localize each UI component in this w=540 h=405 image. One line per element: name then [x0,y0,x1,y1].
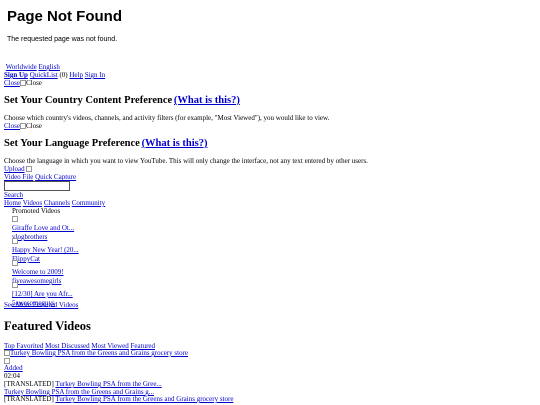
error-message: The requested page was not found. [7,36,118,43]
video-thumbnail[interactable] [12,260,18,267]
help-link[interactable]: Help [69,71,83,79]
country-close-text: Close [25,122,42,130]
video-thumbnail[interactable] [12,282,18,289]
search-input[interactable] [4,181,70,191]
promoted-title[interactable]: Welcome to 2009! [12,268,64,276]
quicklist-count: (0) [59,71,68,79]
featured-heading: Featured Videos [4,319,91,333]
featured-heading-row: Featured Videos [4,318,91,334]
language-desc: Choose the language in which you want to… [4,157,368,165]
country-heading: Set Your Country Content Preference [4,95,173,106]
sign-in-link[interactable]: Sign In [85,71,105,79]
language-heading-row: Set Your Language Preference (What is th… [4,137,208,150]
nav-videos[interactable]: Videos [23,199,42,207]
language-heading: Set Your Language Preference [4,138,140,149]
close-row-country: Close Close [4,122,42,131]
sign-up-link[interactable]: Sign Up [4,71,28,79]
promoted-title[interactable]: Giraffe Love and Ot... [12,224,74,232]
language-what-link[interactable]: (What is this?) [142,138,208,149]
video-file-link[interactable]: Video File [4,173,33,181]
page-title: Page Not Found [7,8,122,25]
translated-tag: [TRANSLATED] [4,395,54,403]
featured-image-alt[interactable]: Turkey Bowling PSA from the Greens and G… [10,349,188,357]
country-close-link[interactable]: Close [4,122,20,130]
video-title-short[interactable]: Turkey Bowling PSA from the Gree... [55,380,161,388]
upload-link[interactable]: Upload [4,165,25,173]
search-box [4,181,70,191]
featured-image-row: Turkey Bowling PSA from the Greens and G… [4,349,188,358]
added-link[interactable]: Added [4,364,23,372]
quick-capture-link[interactable]: Quick Capture [35,173,76,181]
nav-community[interactable]: Community [72,199,105,207]
video-title-full[interactable]: Turkey Bowling PSA from the Greens and G… [55,395,233,403]
video-thumbnail[interactable] [12,216,18,223]
promoted-title[interactable]: Happy New Year! (20... [12,246,79,254]
see-more-link[interactable]: See More Featured Videos [4,301,78,309]
nav-channels[interactable]: Channels [44,199,70,207]
quicklist-link[interactable]: QuickList [30,71,58,79]
country-what-link[interactable]: (What is this?) [174,95,240,106]
close-row-top: Close Close [4,79,42,88]
english-link[interactable]: English [38,63,59,71]
worldwide-link[interactable]: Worldwide [6,63,37,71]
country-desc: Choose which country's videos, channels,… [4,114,330,122]
country-heading-row: Set Your Country Content Preference (Wha… [4,94,240,107]
see-more-row: See More Featured Videos [4,301,78,310]
close-text: Close [25,79,42,87]
nav-home[interactable]: Home [4,199,21,207]
video-thumbnail[interactable] [12,238,18,245]
translated-row-2: [TRANSLATED] Turkey Bowling PSA from the… [4,395,233,404]
search-button[interactable]: Search [4,191,23,199]
close-link[interactable]: Close [4,79,20,87]
translated-tag: [TRANSLATED] [4,380,54,388]
promoted-title[interactable]: [12/30] Are you Afr... [12,290,73,298]
upload-arrow-icon[interactable] [26,166,33,173]
